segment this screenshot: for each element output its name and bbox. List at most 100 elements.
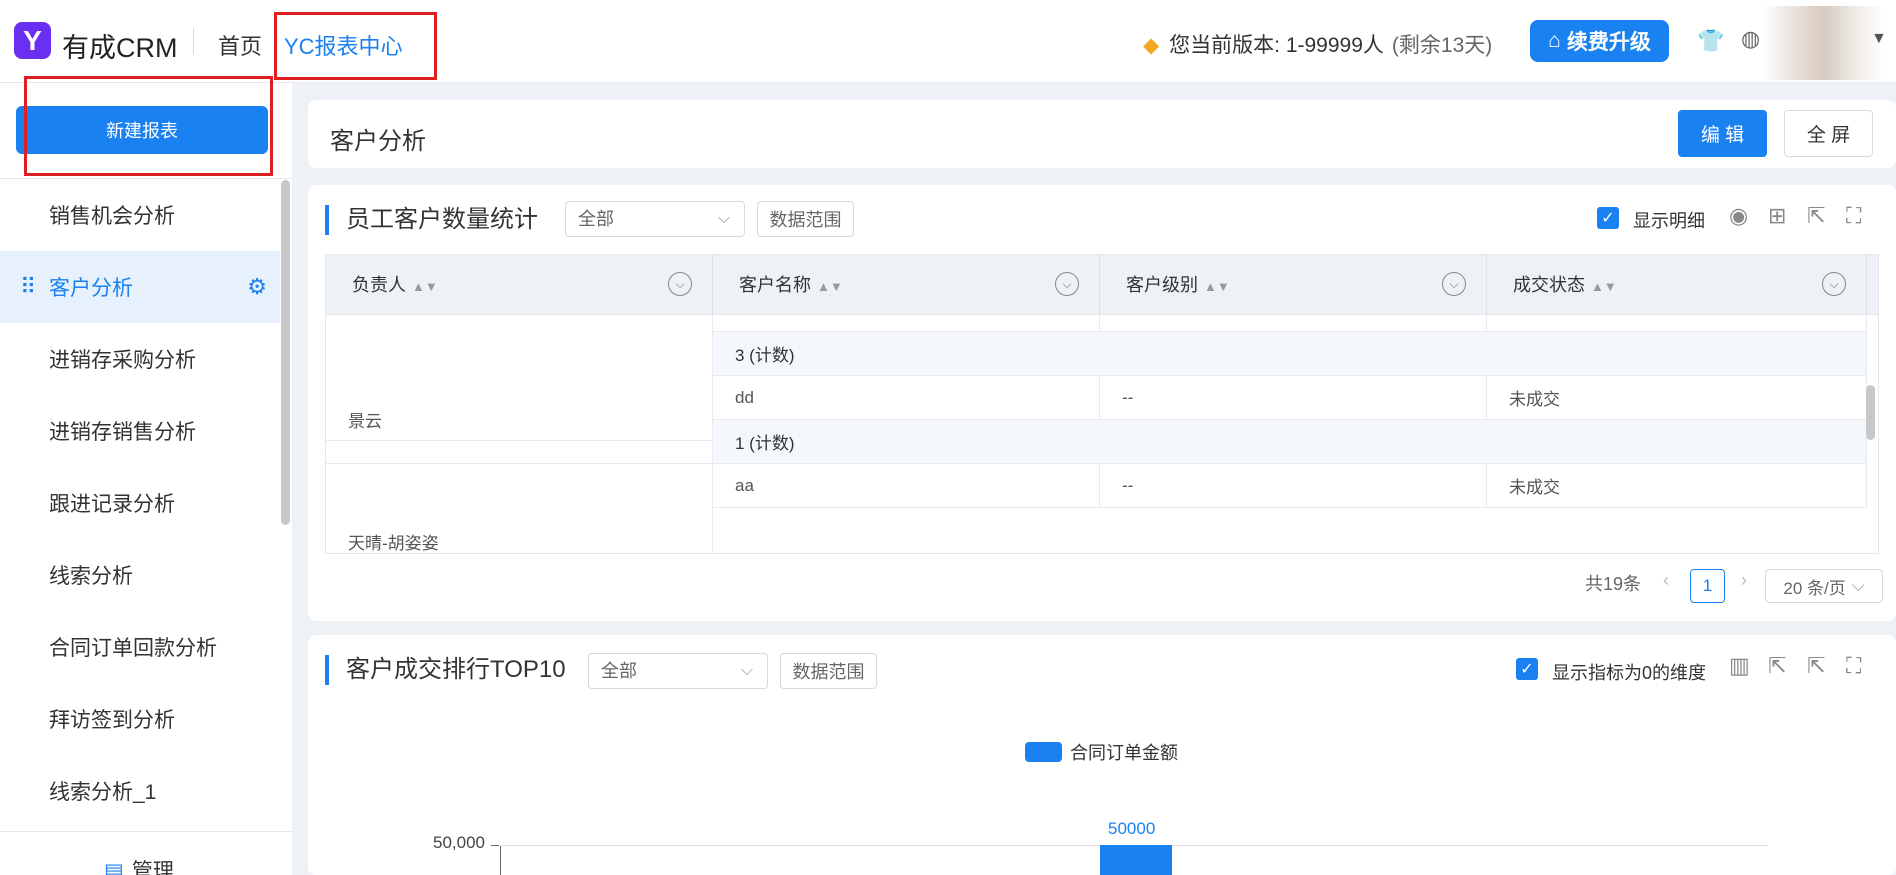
count-label: 1 (计数)	[735, 434, 795, 453]
sidebar-item-label: 进销存采购分析	[49, 349, 196, 372]
owner-cell: 景云	[326, 376, 713, 464]
customer-level: --	[1122, 475, 1134, 495]
customer-name: dd	[735, 387, 754, 407]
export-icon[interactable]: ⇱	[1807, 203, 1825, 229]
sidebar-item[interactable]: 销售机会分析	[0, 179, 280, 251]
column-header[interactable]: 成交状态 ▲▼ ⌵	[1487, 255, 1867, 315]
page-size-value: 20 条/页	[1783, 578, 1846, 598]
y-tick	[491, 845, 499, 846]
fullscreen-button[interactable]: 全 屏	[1784, 110, 1873, 157]
show-zero-checkbox[interactable]: ✓	[1516, 658, 1538, 680]
sort-icon[interactable]: ▲▼	[412, 279, 438, 294]
sidebar-item-label: 线索分析_1	[49, 781, 157, 804]
table-cell	[1100, 315, 1487, 332]
export-icon[interactable]: ⇱	[1807, 653, 1825, 679]
column-filter-icon[interactable]: ⌵	[1055, 272, 1079, 296]
count-row: 1 (计数)	[713, 420, 1867, 464]
column-header[interactable]: 客户名称 ▲▼ ⌵	[713, 255, 1100, 315]
owner-name: 景云	[348, 412, 382, 431]
bookmark-add-icon[interactable]: ⊞	[1768, 203, 1786, 229]
data-range-button[interactable]: 数据范围	[757, 201, 854, 237]
column-filter-icon[interactable]: ⌵	[1822, 272, 1846, 296]
filter-select[interactable]: 全部 ⌵	[565, 201, 745, 237]
filter-select[interactable]: 全部 ⌵	[588, 653, 768, 689]
chart-bar[interactable]	[1100, 845, 1172, 875]
edit-button[interactable]: 编 辑	[1678, 110, 1767, 157]
sidebar-item-label: 销售机会分析	[49, 205, 175, 228]
sort-icon[interactable]: ▲▼	[1204, 279, 1230, 294]
column-header[interactable]: 客户级别 ▲▼ ⌵	[1100, 255, 1487, 315]
gear-icon[interactable]: ⚙	[247, 274, 267, 300]
column-filter-icon[interactable]: ⌵	[668, 272, 692, 296]
sidebar: 新建报表 销售机会分析 ⠿ 客户分析 ⚙ 进销存采购分析 进销存销售分析 跟进记…	[0, 76, 292, 875]
page-size-select[interactable]: 20 条/页 ⌵	[1765, 569, 1883, 603]
bar-data-label: 50000	[1108, 819, 1156, 838]
deal-status: 未成交	[1509, 390, 1560, 409]
chart-legend[interactable]: 合同订单金额	[1025, 739, 1178, 765]
expand-icon[interactable]: ⛶	[1846, 203, 1861, 229]
app-logo[interactable]: Y	[14, 22, 51, 59]
manage-label: 管理	[131, 860, 174, 875]
chevron-down-icon[interactable]: ▼	[1871, 30, 1887, 48]
table-cell: --	[1100, 376, 1487, 420]
sidebar-item[interactable]: 进销存采购分析	[0, 323, 280, 395]
manage-icon: ▤	[104, 860, 124, 875]
sidebar-item[interactable]: 拜访签到分析	[0, 683, 280, 755]
table-cell: --	[1100, 464, 1487, 508]
version-info: ◆ 您当前版本: 1-99999人 (剩余13天)	[1143, 29, 1492, 59]
table-cell	[1487, 315, 1867, 332]
highlight-box	[24, 76, 273, 176]
sidebar-item[interactable]: 线索分析	[0, 539, 280, 611]
manage-button[interactable]: ▤ 管理	[104, 855, 174, 875]
sidebar-item-label: 合同订单回款分析	[49, 637, 217, 660]
column-label: 成交状态	[1513, 275, 1585, 295]
y-tick-label: 50,000	[433, 833, 485, 852]
legend-label: 合同订单金额	[1070, 743, 1178, 763]
divider	[0, 831, 292, 832]
sidebar-item-active[interactable]: ⠿ 客户分析 ⚙	[0, 251, 280, 323]
remaining-days: (剩余13天)	[1391, 34, 1493, 57]
sort-icon[interactable]: ▲▼	[817, 279, 843, 294]
column-label: 客户名称	[739, 275, 811, 295]
nav-home[interactable]: 首页	[218, 29, 262, 61]
export-icon[interactable]: ⇱	[1768, 653, 1786, 679]
page-title: 客户分析	[330, 128, 426, 155]
sidebar-item[interactable]: 进销存销售分析	[0, 395, 280, 467]
home-upload-icon: ⌂	[1548, 29, 1561, 52]
total-count: 共19条	[1585, 574, 1642, 594]
owner-name: 天晴-胡姿姿	[348, 534, 439, 553]
employee-customer-widget: 员工客户数量统计 全部 ⌵ 数据范围 ✓ 显示明细 ◉ ⊞ ⇱ ⛶ 负责人 ▲▼ ⌵ …	[308, 185, 1896, 621]
deal-status: 未成交	[1509, 478, 1560, 497]
divider	[193, 28, 194, 55]
chart-type-icon[interactable]: ▥	[1729, 653, 1750, 679]
sort-icon[interactable]: ▲▼	[1591, 279, 1617, 294]
widget-title: 员工客户数量统计	[325, 205, 538, 235]
widget-title: 客户成交排行TOP10	[325, 655, 566, 685]
sidebar-item[interactable]: 线索分析_1	[0, 755, 280, 827]
shirt-icon[interactable]: 👕	[1697, 28, 1724, 54]
sidebar-item-label: 跟进记录分析	[49, 493, 175, 516]
filter-value: 全部	[601, 661, 637, 681]
upgrade-button[interactable]: ⌂ 续费升级	[1530, 20, 1669, 62]
next-page-icon[interactable]: ›	[1741, 570, 1747, 591]
data-range-button[interactable]: 数据范围	[780, 653, 877, 689]
sidebar-item[interactable]: 跟进记录分析	[0, 467, 280, 539]
chevron-down-icon: ⌵	[740, 662, 753, 679]
page-number[interactable]: 1	[1690, 569, 1725, 603]
sidebar-item[interactable]: 合同订单回款分析	[0, 611, 280, 683]
table-header: 负责人 ▲▼ ⌵ 客户名称 ▲▼ ⌵ 客户级别 ▲▼ ⌵ 成交状态 ▲▼ ⌵	[326, 255, 1878, 315]
expand-icon[interactable]: ⛶	[1846, 653, 1861, 679]
prev-page-icon[interactable]: ‹	[1663, 570, 1669, 591]
sidebar-scrollbar[interactable]	[281, 180, 290, 525]
globe-icon[interactable]: ◍	[1741, 26, 1760, 52]
column-filter-icon[interactable]: ⌵	[1442, 272, 1466, 296]
avatar[interactable]	[1764, 6, 1884, 80]
table-scrollbar[interactable]	[1866, 385, 1875, 440]
sidebar-item-label: 进销存销售分析	[49, 421, 196, 444]
eye-icon[interactable]: ◉	[1729, 203, 1748, 229]
customer-name: aa	[735, 475, 754, 495]
show-detail-checkbox[interactable]: ✓	[1597, 207, 1619, 229]
column-header[interactable]: 负责人 ▲▼ ⌵	[326, 255, 713, 315]
drag-handle-icon[interactable]: ⠿	[20, 274, 36, 300]
sidebar-item-label: 客户分析	[49, 277, 133, 300]
